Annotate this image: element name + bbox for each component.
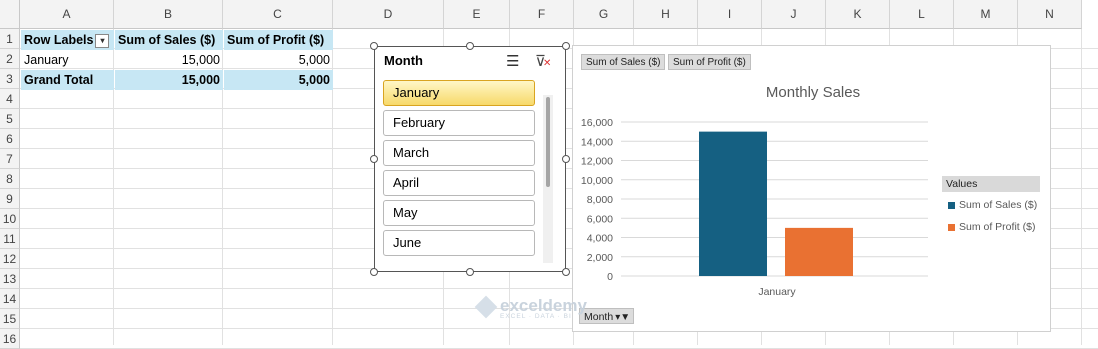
row-header-9[interactable]: 9 (0, 189, 20, 209)
pivot-sales-header[interactable]: Sum of Sales ($) (115, 30, 223, 50)
month-axis-field-button[interactable]: Month ▾▼ (579, 308, 635, 324)
legend-label-profit: Sum of Profit ($) (959, 221, 1036, 233)
row-header-8[interactable]: 8 (0, 169, 20, 189)
bar-sales-january[interactable] (699, 131, 767, 276)
legend-item-profit[interactable]: Sum of Profit ($) (948, 221, 1035, 233)
slicer-item-january[interactable]: January (383, 80, 535, 106)
column-header-j[interactable]: J (762, 0, 826, 29)
select-all-corner[interactable] (0, 0, 20, 29)
multi-select-icon[interactable]: ☰ (506, 52, 519, 70)
slicer-scroll-thumb[interactable] (546, 97, 550, 187)
slicer-item-march[interactable]: March (383, 140, 535, 166)
resize-handle-bottom-left[interactable] (370, 268, 378, 276)
column-header-h[interactable]: H (634, 0, 698, 29)
y-tick-label: 0 (607, 271, 613, 283)
y-tick-label: 8,000 (587, 194, 613, 206)
pivot-profit-value[interactable]: 5,000 (224, 50, 333, 70)
column-header-l[interactable]: L (890, 0, 954, 29)
row-header-4[interactable]: 4 (0, 89, 20, 109)
month-slicer[interactable]: Month ☰ ⊽ ✕ January February March April May J… (374, 46, 566, 272)
resize-handle-left[interactable] (370, 155, 378, 163)
y-tick-label: 12,000 (581, 156, 613, 168)
row-header-1[interactable]: 1 (0, 29, 20, 49)
resize-handle-top[interactable] (466, 42, 474, 50)
row-header-3[interactable]: 3 (0, 69, 20, 89)
column-header-i[interactable]: I (698, 0, 762, 29)
column-header-d[interactable]: D (333, 0, 444, 29)
row-header-16[interactable]: 16 (0, 329, 20, 349)
slicer-item-june[interactable]: June (383, 230, 535, 256)
y-tick-label: 6,000 (587, 213, 613, 225)
row-header-6[interactable]: 6 (0, 129, 20, 149)
row-header-13[interactable]: 13 (0, 269, 20, 289)
resize-handle-top-right[interactable] (562, 42, 570, 50)
resize-handle-bottom[interactable] (466, 268, 474, 276)
column-header-n[interactable]: N (1018, 0, 1082, 29)
column-header-b[interactable]: B (114, 0, 223, 29)
column-header-g[interactable]: G (574, 0, 634, 29)
slicer-title: Month (384, 53, 423, 68)
month-axis-field-label: Month (584, 311, 614, 323)
y-tick-label: 14,000 (581, 136, 613, 148)
y-tick-label: 16,000 (581, 117, 613, 129)
row-header-7[interactable]: 7 (0, 149, 20, 169)
resize-handle-top-left[interactable] (370, 42, 378, 50)
row-header-5[interactable]: 5 (0, 109, 20, 129)
column-header-f[interactable]: F (510, 0, 574, 29)
row-header-12[interactable]: 12 (0, 249, 20, 269)
slicer-item-april[interactable]: April (383, 170, 535, 196)
row-header-15[interactable]: 15 (0, 309, 20, 329)
clear-filter-icon[interactable]: ⊽ ✕ (535, 52, 551, 70)
resize-handle-right[interactable] (562, 155, 570, 163)
column-header-m[interactable]: M (954, 0, 1018, 29)
slicer-scrollbar[interactable] (543, 95, 553, 263)
y-tick-label: 2,000 (587, 252, 613, 264)
column-header-c[interactable]: C (223, 0, 333, 29)
x-category-label: January (758, 286, 796, 298)
bar-profit-january[interactable] (785, 227, 853, 276)
pivot-row-labels-header[interactable]: Row Labels ▾ (21, 30, 114, 50)
grand-total-profit[interactable]: 5,000 (224, 70, 333, 90)
watermark-diamond-icon (474, 295, 498, 318)
column-header-e[interactable]: E (444, 0, 510, 29)
column-header-k[interactable]: K (826, 0, 890, 29)
pivot-profit-header[interactable]: Sum of Profit ($) (224, 30, 333, 50)
sales-swatch-icon (948, 201, 955, 209)
legend-title[interactable]: Values (942, 176, 1040, 192)
resize-handle-bottom-right[interactable] (562, 268, 570, 276)
profit-swatch-icon (948, 223, 955, 231)
column-header-a[interactable]: A (20, 0, 114, 29)
pivot-chart[interactable]: Sum of Sales ($) Sum of Profit ($) Month… (572, 45, 1051, 332)
grand-total-sales[interactable]: 15,000 (115, 70, 223, 90)
watermark-tagline: EXCEL · DATA · BI (500, 313, 572, 320)
row-header-10[interactable]: 10 (0, 209, 20, 229)
pivot-row-label[interactable]: January (21, 50, 114, 70)
grand-total-label[interactable]: Grand Total (21, 70, 114, 90)
slicer-item-february[interactable]: February (383, 110, 535, 136)
y-tick-label: 10,000 (581, 175, 613, 187)
legend-label-sales: Sum of Sales ($) (959, 199, 1038, 211)
filter-funnel-icon: ▾▼ (615, 312, 631, 323)
row-header-2[interactable]: 2 (0, 49, 20, 69)
watermark-logo: exceldemy EXCEL · DATA · BI (474, 295, 587, 320)
column-gridline (1081, 29, 1082, 345)
slicer-item-may[interactable]: May (383, 200, 535, 226)
row-labels-filter-icon[interactable]: ▾ (95, 33, 110, 48)
legend-item-sales[interactable]: Sum of Sales ($) (948, 199, 1037, 211)
y-tick-label: 4,000 (587, 233, 613, 245)
row-header-11[interactable]: 11 (0, 229, 20, 249)
pivot-sales-value[interactable]: 15,000 (115, 50, 223, 70)
row-header-14[interactable]: 14 (0, 289, 20, 309)
